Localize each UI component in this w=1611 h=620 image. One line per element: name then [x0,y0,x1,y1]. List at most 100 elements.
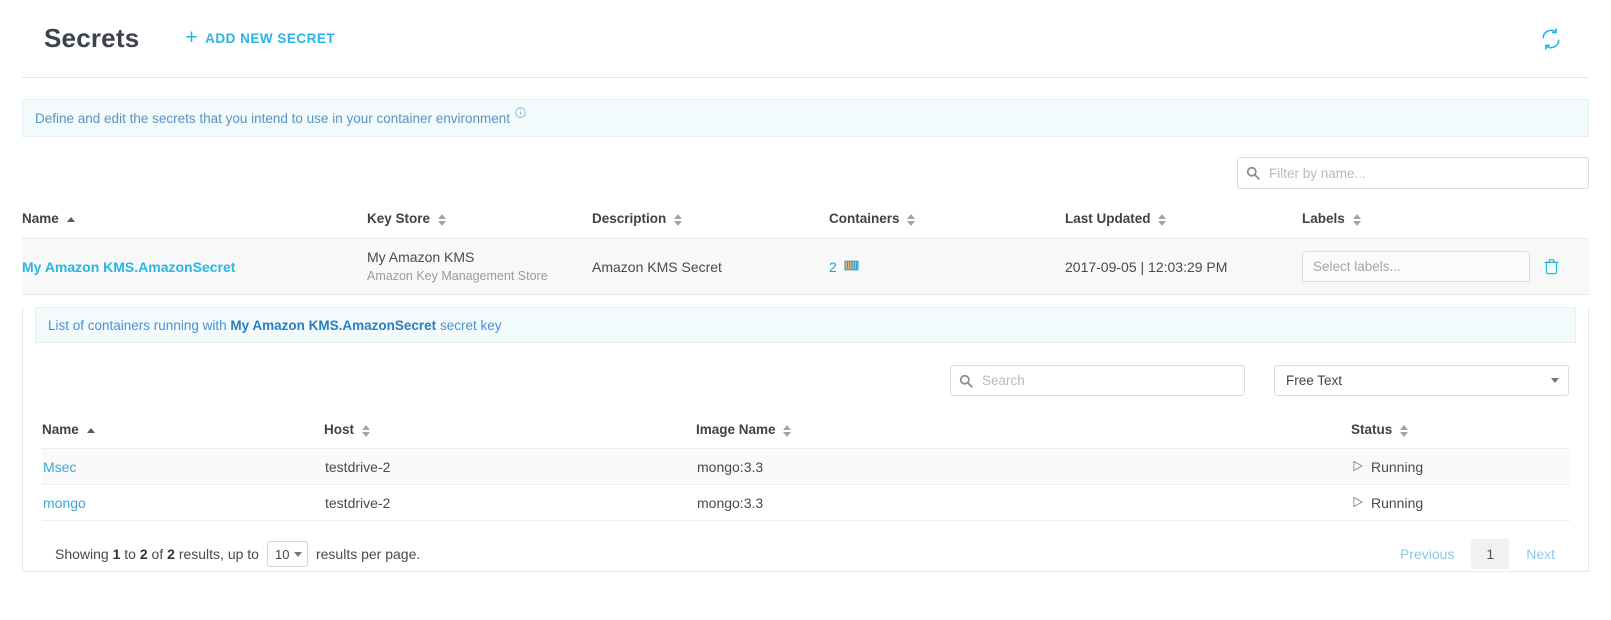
status-label: Running [1371,494,1424,511]
column-header-containers[interactable]: Containers [829,189,1065,239]
labels-cell: Select labels... [1302,251,1589,282]
column-header-container-name-label: Name [42,422,79,437]
containers-count-link[interactable]: 2 [829,259,1065,275]
column-header-labels-label: Labels [1302,211,1345,226]
column-header-host-label: Host [324,422,354,437]
cell-container-name: Msec [42,448,324,485]
search-mode-value: Free Text [1286,373,1343,388]
showing-to-word: to [124,546,136,562]
page-title: Secrets [44,23,140,53]
sort-asc-icon[interactable] [66,216,75,224]
refresh-icon[interactable] [1537,25,1565,53]
container-search-input[interactable] [950,365,1245,396]
sub-panel-banner: List of containers running with My Amazo… [35,307,1576,343]
cell-host: testdrive-2 [324,484,696,521]
results-per-page-select[interactable]: 10 [266,541,308,567]
column-header-name[interactable]: Name [22,189,367,239]
info-banner: Define and edit the secrets that you int… [22,99,1589,137]
pager-controls: Previous 1 Next [1386,539,1569,569]
column-header-containers-label: Containers [829,211,900,226]
showing-results-word: results, up to [178,546,259,562]
sub-panel-banner-suffix: secret key [439,317,502,333]
chevron-down-icon [293,551,302,557]
add-new-secret-label: ADD NEW SECRET [205,31,336,46]
filter-by-name-box [1237,157,1589,189]
sort-icon[interactable] [1158,214,1167,227]
cell-last-updated: 2017-09-05 | 12:03:29 PM [1065,258,1228,275]
play-outline-icon [1352,459,1363,475]
column-header-status[interactable]: Status [1351,396,1570,449]
pagination: Showing 1 to 2 of 2 results, up to 10 re… [42,539,1569,569]
showing-total: 2 [167,546,175,562]
table-row[interactable]: Msec testdrive-2 mongo:3.3 Running [42,448,1570,485]
showing-from: 1 [112,546,121,562]
info-banner-text: Define and edit the secrets that you int… [35,110,511,126]
showing-to: 2 [139,546,148,562]
column-header-labels[interactable]: Labels [1302,189,1589,239]
column-header-container-name[interactable]: Name [42,396,324,449]
column-header-image-name[interactable]: Image Name [696,396,1351,449]
showing-of-word: of [151,546,164,562]
sub-panel-banner-secret: My Amazon KMS.AmazonSecret [230,317,437,333]
sort-icon[interactable] [1400,425,1409,438]
secrets-table-header-row: Name Key Store Description Containers La… [22,189,1589,239]
info-circle-icon[interactable] [515,105,526,123]
showing-results-text: Showing 1 to 2 of 2 results, up to 10 re… [55,541,420,567]
sort-icon[interactable] [783,425,792,438]
results-per-page-suffix: results per page. [315,546,421,562]
trash-icon[interactable] [1544,258,1559,275]
next-page-button[interactable]: Next [1512,540,1569,568]
sort-asc-icon[interactable] [86,427,95,435]
column-header-last-updated[interactable]: Last Updated [1065,189,1302,239]
page-header: Secrets + ADD NEW SECRET [22,0,1589,78]
labels-select-placeholder: Select labels... [1313,259,1401,274]
sort-icon[interactable] [1352,214,1361,227]
container-name-link[interactable]: mongo [43,495,86,511]
cell-status: Running [1351,484,1570,521]
filter-input[interactable] [1237,157,1589,189]
secret-name-link[interactable]: My Amazon KMS.AmazonSecret [22,259,235,275]
cell-description: Amazon KMS Secret [592,258,722,275]
add-new-secret-button[interactable]: + ADD NEW SECRET [185,26,336,49]
cell-image-name: mongo:3.3 [696,448,1351,485]
column-header-description[interactable]: Description [592,189,829,239]
containers-table-header-row: Name Host Image Name Status [42,396,1570,449]
previous-page-button[interactable]: Previous [1386,540,1468,568]
key-store-type: Amazon Key Management Store [367,268,548,283]
status-badge: Running [1352,459,1569,475]
plus-icon: + [185,26,199,49]
play-outline-icon [1352,495,1363,511]
column-header-description-label: Description [592,211,667,226]
sort-icon[interactable] [361,425,370,438]
column-header-name-label: Name [22,211,59,226]
containers-sub-panel: List of containers running with My Amazo… [22,307,1589,572]
chevron-down-icon [1551,378,1559,383]
showing-prefix: Showing [55,546,109,562]
filter-row [22,157,1589,189]
column-header-key-store[interactable]: Key Store [367,189,592,239]
search-mode-select[interactable]: Free Text [1274,365,1569,396]
sort-icon[interactable] [674,214,683,227]
cell-containers: 2 [829,239,1065,295]
column-header-host[interactable]: Host [324,396,696,449]
cell-status: Running [1351,448,1570,485]
column-header-status-label: Status [1351,422,1393,437]
labels-select[interactable]: Select labels... [1302,251,1530,282]
cell-container-name: mongo [42,484,324,521]
cell-labels: Select labels... [1302,239,1589,295]
sort-icon[interactable] [437,214,446,227]
page-number-1[interactable]: 1 [1471,539,1510,569]
column-header-key-store-label: Key Store [367,211,431,226]
cell-secret-name: My Amazon KMS.AmazonSecret [22,239,367,295]
containers-table: Name Host Image Name Status Msec testdri… [42,396,1570,521]
table-row[interactable]: mongo testdrive-2 mongo:3.3 Running [42,484,1570,521]
table-row[interactable]: My Amazon KMS.AmazonSecret My Amazon KMS… [22,238,1589,295]
containers-count: 2 [829,258,837,275]
sort-icon[interactable] [907,214,916,227]
container-name-link[interactable]: Msec [43,459,76,475]
sub-panel-banner-prefix: List of containers running with [48,317,227,333]
sub-panel-controls: Free Text [23,365,1569,396]
status-label: Running [1371,458,1424,475]
status-badge: Running [1352,495,1569,511]
results-per-page-value: 10 [274,546,290,562]
